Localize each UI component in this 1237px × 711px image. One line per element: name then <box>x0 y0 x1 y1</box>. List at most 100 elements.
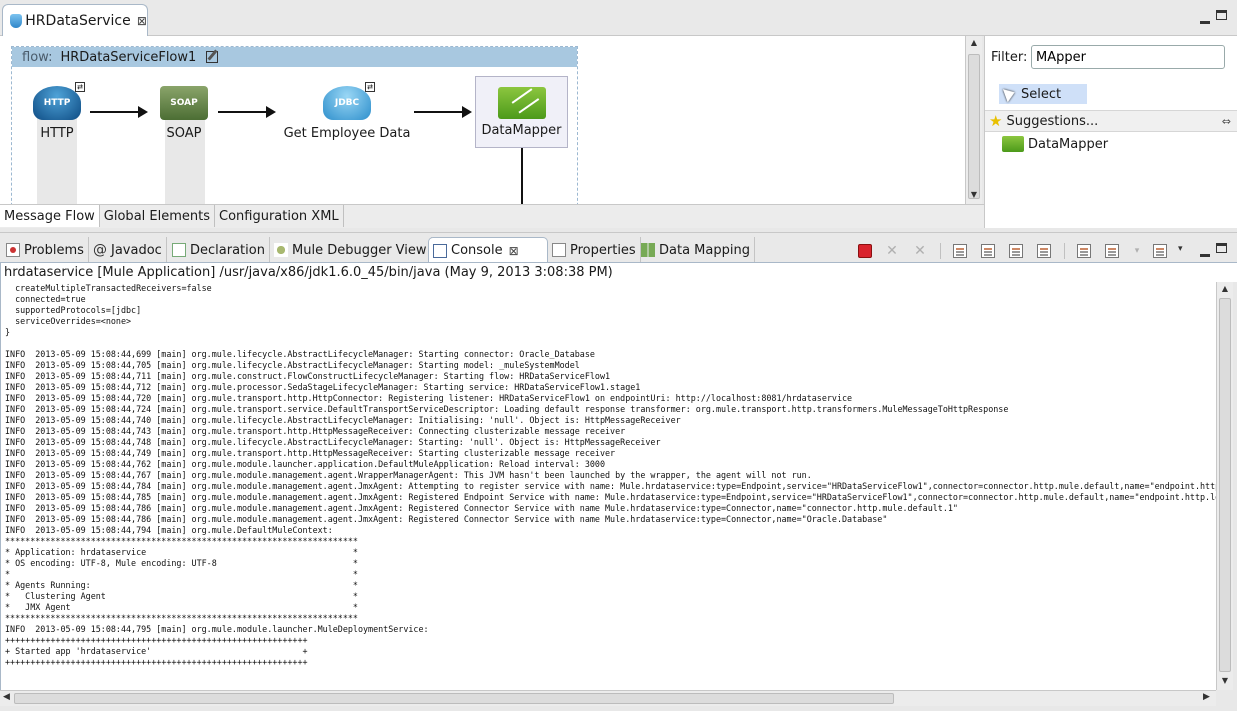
exchange-pattern-icon: ⇄ <box>365 82 375 92</box>
flow-node-datamapper[interactable]: DataMapper <box>475 76 568 148</box>
http-endpoint-icon: HTTP ⇄ <box>33 82 85 120</box>
console-line: INFO 2013-05-09 15:08:44,699 [main] org.… <box>5 349 595 359</box>
tab-declaration[interactable]: Declaration <box>168 237 270 263</box>
console-line: + Started app 'hrdataservice' + <box>5 646 308 656</box>
flow-arrow <box>218 106 276 118</box>
edit-pencil-icon[interactable] <box>204 50 220 64</box>
tab-message-flow[interactable]: Message Flow <box>0 205 100 227</box>
maximize-icon[interactable] <box>1216 242 1227 256</box>
console-horizontal-scrollbar[interactable]: ◀ ▶ <box>0 690 1216 706</box>
word-wrap-icon[interactable] <box>1009 244 1023 258</box>
chevron-down-icon[interactable]: ▾ <box>1178 244 1192 258</box>
scroll-down-icon[interactable]: ▼ <box>968 190 980 202</box>
exchange-pattern-icon: ⇄ <box>75 82 85 92</box>
scrollbar-thumb[interactable] <box>968 54 980 199</box>
debugger-bug-icon <box>274 243 288 257</box>
tab-problems[interactable]: Problems <box>2 237 89 263</box>
remove-launch-icon[interactable]: ✕ <box>885 244 899 258</box>
flow-node-http[interactable]: HTTP ⇄ HTTP <box>29 82 85 141</box>
tab-configuration-xml[interactable]: Configuration XML <box>215 205 344 227</box>
canvas-vertical-scrollbar[interactable]: ▲ ▼ <box>965 36 982 204</box>
mule-config-icon <box>9 13 23 29</box>
suggestions-header[interactable]: ★ Suggestions... ⇔ <box>985 110 1237 132</box>
toolbar-separator <box>940 243 941 259</box>
scroll-left-icon[interactable]: ◀ <box>3 692 10 702</box>
tab-global-elements[interactable]: Global Elements <box>100 205 215 227</box>
palette-select-tool[interactable]: Select <box>999 84 1087 104</box>
console-line: ++++++++++++++++++++++++++++++++++++++++… <box>5 657 308 667</box>
flow-node-label: Get Employee Data <box>283 126 411 141</box>
show-console-icon[interactable] <box>1037 244 1051 258</box>
palette-filter-input[interactable] <box>1031 45 1225 69</box>
flow-keyword: flow: <box>22 49 53 65</box>
console-output[interactable]: createMultipleTransactedReceivers=false … <box>0 282 1216 690</box>
problems-icon <box>6 243 20 257</box>
editor-tab-hrdataservice[interactable]: HRDataService ⊠ <box>2 4 148 36</box>
console-line: INFO 2013-05-09 15:08:44,786 [main] org.… <box>5 514 888 524</box>
scrollbar-thumb[interactable] <box>1219 298 1231 672</box>
views-tabbar: Problems @ Javadoc Declaration Mule Debu… <box>0 232 1237 263</box>
terminate-icon[interactable] <box>858 244 872 258</box>
display-selected-console-icon[interactable] <box>1105 244 1119 258</box>
pointer-cursor-icon <box>1005 87 1015 101</box>
console-line: connected=true <box>5 294 86 304</box>
chevron-down-icon[interactable]: ▾ <box>1130 244 1144 258</box>
scroll-lock-icon[interactable] <box>981 244 995 258</box>
tab-mule-debugger-view[interactable]: Mule Debugger View <box>270 237 432 263</box>
flow-arrow <box>90 106 148 118</box>
flow-node-soap[interactable]: SOAP SOAP <box>158 86 210 141</box>
maximize-icon[interactable] <box>1216 9 1227 23</box>
open-console-icon[interactable] <box>1153 244 1167 258</box>
minimize-icon[interactable] <box>1200 246 1210 260</box>
console-line: INFO 2013-05-09 15:08:44,749 [main] org.… <box>5 448 616 458</box>
scroll-right-icon[interactable]: ▶ <box>1203 692 1210 702</box>
datamapper-icon <box>1002 136 1024 152</box>
console-log-text: createMultipleTransactedReceivers=false … <box>1 282 1216 668</box>
collapse-icon[interactable]: ⇔ <box>1222 115 1231 128</box>
close-icon[interactable]: ⊠ <box>507 244 521 258</box>
scroll-up-icon[interactable]: ▲ <box>1219 284 1231 296</box>
flow-node-label: SOAP <box>166 126 202 141</box>
flow-node-get-employee-data[interactable]: JDBC ⇄ Get Employee Data <box>282 82 412 141</box>
flow-header[interactable]: flow: HRDataServiceFlow1 <box>12 47 577 67</box>
pin-console-icon[interactable] <box>1077 244 1091 258</box>
clear-console-icon[interactable] <box>953 244 967 258</box>
flow-node-label: HTTP <box>40 126 74 141</box>
editor-tab-label: HRDataService <box>25 12 131 29</box>
scroll-down-icon[interactable]: ▼ <box>1219 676 1231 688</box>
jdbc-endpoint-icon: JDBC ⇄ <box>323 82 375 120</box>
filter-label: Filter: <box>991 50 1028 65</box>
console-line: * * <box>5 569 358 579</box>
console-line: INFO 2013-05-09 15:08:44,748 [main] org.… <box>5 437 661 447</box>
console-line: INFO 2013-05-09 15:08:44,720 [main] org.… <box>5 393 853 403</box>
console-vertical-scrollbar[interactable]: ▲ ▼ <box>1216 282 1233 690</box>
console-line: INFO 2013-05-09 15:08:44,724 [main] org.… <box>5 404 1009 414</box>
console-icon <box>433 243 447 258</box>
console-line: supportedProtocols=[jdbc] <box>5 305 142 315</box>
tab-properties[interactable]: Properties <box>548 237 641 263</box>
scrollbar-thumb[interactable] <box>14 693 894 704</box>
soap-component-icon: SOAP <box>160 86 208 120</box>
console-line: * Clustering Agent * <box>5 591 358 601</box>
remove-all-launches-icon[interactable]: ✕ <box>913 244 927 258</box>
console-line: INFO 2013-05-09 15:08:44,794 [main] org.… <box>5 525 333 535</box>
palette-item-datamapper[interactable]: DataMapper <box>1002 136 1108 152</box>
scroll-up-icon[interactable]: ▲ <box>968 38 980 50</box>
at-sign-icon: @ <box>93 242 107 258</box>
console-line: INFO 2013-05-09 15:08:44,712 [main] org.… <box>5 382 641 392</box>
flow-name: HRDataServiceFlow1 <box>60 49 197 65</box>
tab-javadoc[interactable]: @ Javadoc <box>89 237 167 263</box>
console-line: INFO 2013-05-09 15:08:44,762 [main] org.… <box>5 459 606 469</box>
console-line: INFO 2013-05-09 15:08:44,767 [main] org.… <box>5 470 812 480</box>
flow-canvas[interactable]: flow: HRDataServiceFlow1 HTTP ⇄ HTTP SOAP… <box>0 36 965 204</box>
console-line: INFO 2013-05-09 15:08:44,711 [main] org.… <box>5 371 611 381</box>
minimize-icon[interactable] <box>1200 13 1210 27</box>
tab-data-mapping[interactable]: Data Mapping <box>637 237 755 263</box>
canvas-view-tabs: Message Flow Global Elements Configurati… <box>0 204 985 228</box>
close-icon[interactable]: ⊠ <box>137 14 147 28</box>
toolbar-separator <box>1064 243 1065 259</box>
star-icon: ★ <box>989 112 1003 130</box>
tab-console[interactable]: Console ⊠ <box>428 237 548 263</box>
flow-arrow <box>414 106 472 118</box>
